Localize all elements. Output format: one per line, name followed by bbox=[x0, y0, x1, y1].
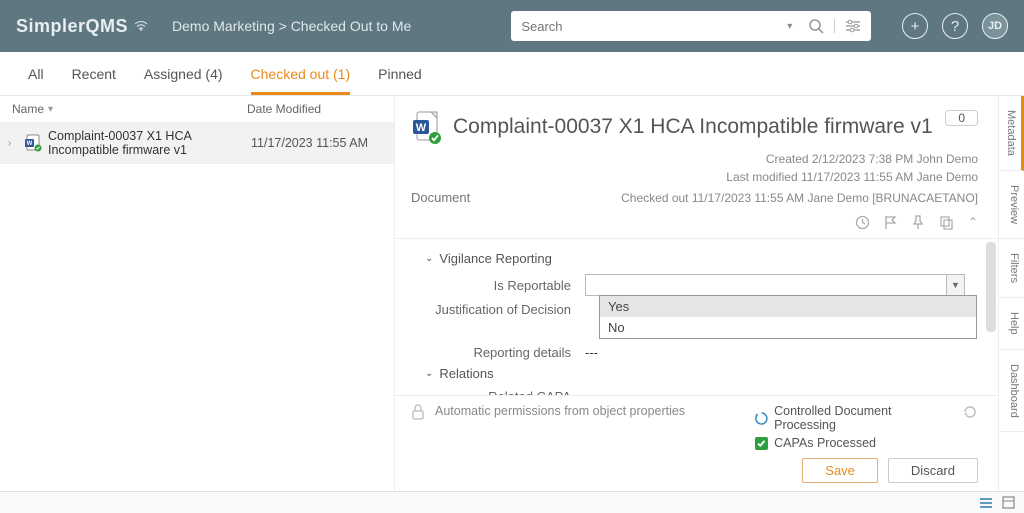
group-relations-header[interactable]: ⌄ Relations bbox=[425, 366, 968, 381]
wifi-icon bbox=[134, 21, 148, 31]
list-row-date: 11/17/2023 11:55 AM bbox=[251, 136, 386, 150]
modified-line: Last modified 11/17/2023 11:55 AM Jane D… bbox=[411, 168, 978, 186]
sort-indicator-icon: ▾ bbox=[48, 104, 53, 115]
dropdown-option-no[interactable]: No bbox=[600, 317, 976, 338]
side-tab-metadata[interactable]: Metadata bbox=[999, 96, 1024, 171]
related-capa-label: Related CAPA bbox=[425, 389, 585, 395]
tab-assigned[interactable]: Assigned (4) bbox=[144, 66, 223, 95]
is-reportable-label: Is Reportable bbox=[425, 278, 585, 293]
side-tab-filters[interactable]: Filters bbox=[999, 239, 1024, 298]
column-header-date[interactable]: Date Modified bbox=[247, 102, 382, 116]
word-doc-icon: W bbox=[24, 134, 42, 152]
checkedout-line: Checked out 11/17/2023 11:55 AM Jane Dem… bbox=[621, 191, 978, 205]
document-type-icon: W bbox=[411, 110, 441, 144]
add-button[interactable]: + bbox=[902, 13, 928, 39]
group-vigilance-header[interactable]: ⌄ Vigilance Reporting bbox=[425, 251, 968, 266]
list-row-name: Complaint-00037 X1 HCA Incompatible firm… bbox=[48, 129, 251, 157]
search-input[interactable] bbox=[511, 19, 781, 34]
tab-recent[interactable]: Recent bbox=[72, 66, 116, 95]
is-reportable-dropdown: Yes No bbox=[599, 295, 977, 339]
pin-icon[interactable] bbox=[911, 215, 925, 230]
search-box[interactable]: ▾ bbox=[511, 11, 871, 41]
list-view-icon[interactable] bbox=[978, 495, 994, 511]
chevron-down-icon: ⌄ bbox=[425, 253, 433, 264]
save-button[interactable]: Save bbox=[802, 458, 878, 483]
reporting-details-value: --- bbox=[585, 345, 968, 360]
workflow-status-1: Controlled Document Processing bbox=[774, 404, 952, 432]
expand-chevron-icon[interactable]: › bbox=[8, 138, 18, 149]
document-title: Complaint-00037 X1 HCA Incompatible firm… bbox=[453, 115, 933, 139]
discard-button[interactable]: Discard bbox=[888, 458, 978, 483]
copy-icon[interactable] bbox=[939, 215, 954, 230]
search-icon[interactable] bbox=[798, 18, 834, 34]
workflow-status-2: CAPAs Processed bbox=[774, 436, 876, 450]
reporting-details-label: Reporting details bbox=[425, 345, 585, 360]
scrollbar[interactable] bbox=[986, 242, 996, 332]
history-icon[interactable] bbox=[855, 215, 870, 230]
search-dropdown-caret[interactable]: ▾ bbox=[781, 21, 798, 32]
search-filters-icon[interactable] bbox=[834, 19, 871, 33]
related-capa-value: --- bbox=[585, 389, 968, 395]
user-avatar[interactable]: JD bbox=[982, 13, 1008, 39]
refresh-icon[interactable] bbox=[962, 404, 978, 420]
tab-checked-out[interactable]: Checked out (1) bbox=[251, 66, 351, 95]
status-bar bbox=[0, 491, 1024, 513]
dropdown-option-yes[interactable]: Yes bbox=[600, 296, 976, 317]
workflow-icon bbox=[755, 412, 768, 425]
column-header-name[interactable]: Name ▾ bbox=[12, 102, 247, 116]
side-tab-preview[interactable]: Preview bbox=[999, 171, 1024, 239]
check-icon bbox=[755, 437, 768, 450]
collapse-icon[interactable]: ⌃ bbox=[968, 215, 978, 230]
document-list-pane: Name ▾ Date Modified › W Complaint-00037… bbox=[0, 96, 395, 491]
breadcrumb[interactable]: Demo Marketing > Checked Out to Me bbox=[172, 18, 411, 34]
side-panel-tabs: Metadata Preview Filters Help Dashboard bbox=[998, 96, 1024, 491]
tab-all[interactable]: All bbox=[28, 66, 44, 95]
view-tabs: All Recent Assigned (4) Checked out (1) … bbox=[0, 52, 1024, 96]
comment-count-badge[interactable]: 0 bbox=[945, 110, 978, 126]
app-logo[interactable]: SimplerQMS bbox=[16, 16, 148, 37]
is-reportable-select[interactable]: ▼ bbox=[585, 274, 965, 296]
logo-text: SimplerQMS bbox=[16, 16, 128, 37]
lock-icon bbox=[411, 404, 425, 420]
side-tab-help[interactable]: Help bbox=[999, 298, 1024, 350]
chevron-down-icon: ⌄ bbox=[425, 368, 433, 379]
list-row[interactable]: › W Complaint-00037 X1 HCA Incompatible … bbox=[0, 123, 394, 164]
detail-view-icon[interactable] bbox=[1000, 495, 1016, 511]
help-button[interactable]: ? bbox=[942, 13, 968, 39]
justification-label: Justification of Decision bbox=[425, 302, 585, 317]
created-line: Created 2/12/2023 7:38 PM John Demo bbox=[411, 150, 978, 168]
svg-text:W: W bbox=[416, 122, 427, 134]
tab-pinned[interactable]: Pinned bbox=[378, 66, 422, 95]
permissions-text: Automatic permissions from object proper… bbox=[435, 404, 685, 418]
document-class-label: Document bbox=[411, 190, 470, 205]
side-tab-dashboard[interactable]: Dashboard bbox=[999, 350, 1024, 433]
dropdown-button-icon[interactable]: ▼ bbox=[946, 275, 964, 295]
svg-text:W: W bbox=[27, 141, 33, 147]
flag-icon[interactable] bbox=[884, 215, 897, 230]
